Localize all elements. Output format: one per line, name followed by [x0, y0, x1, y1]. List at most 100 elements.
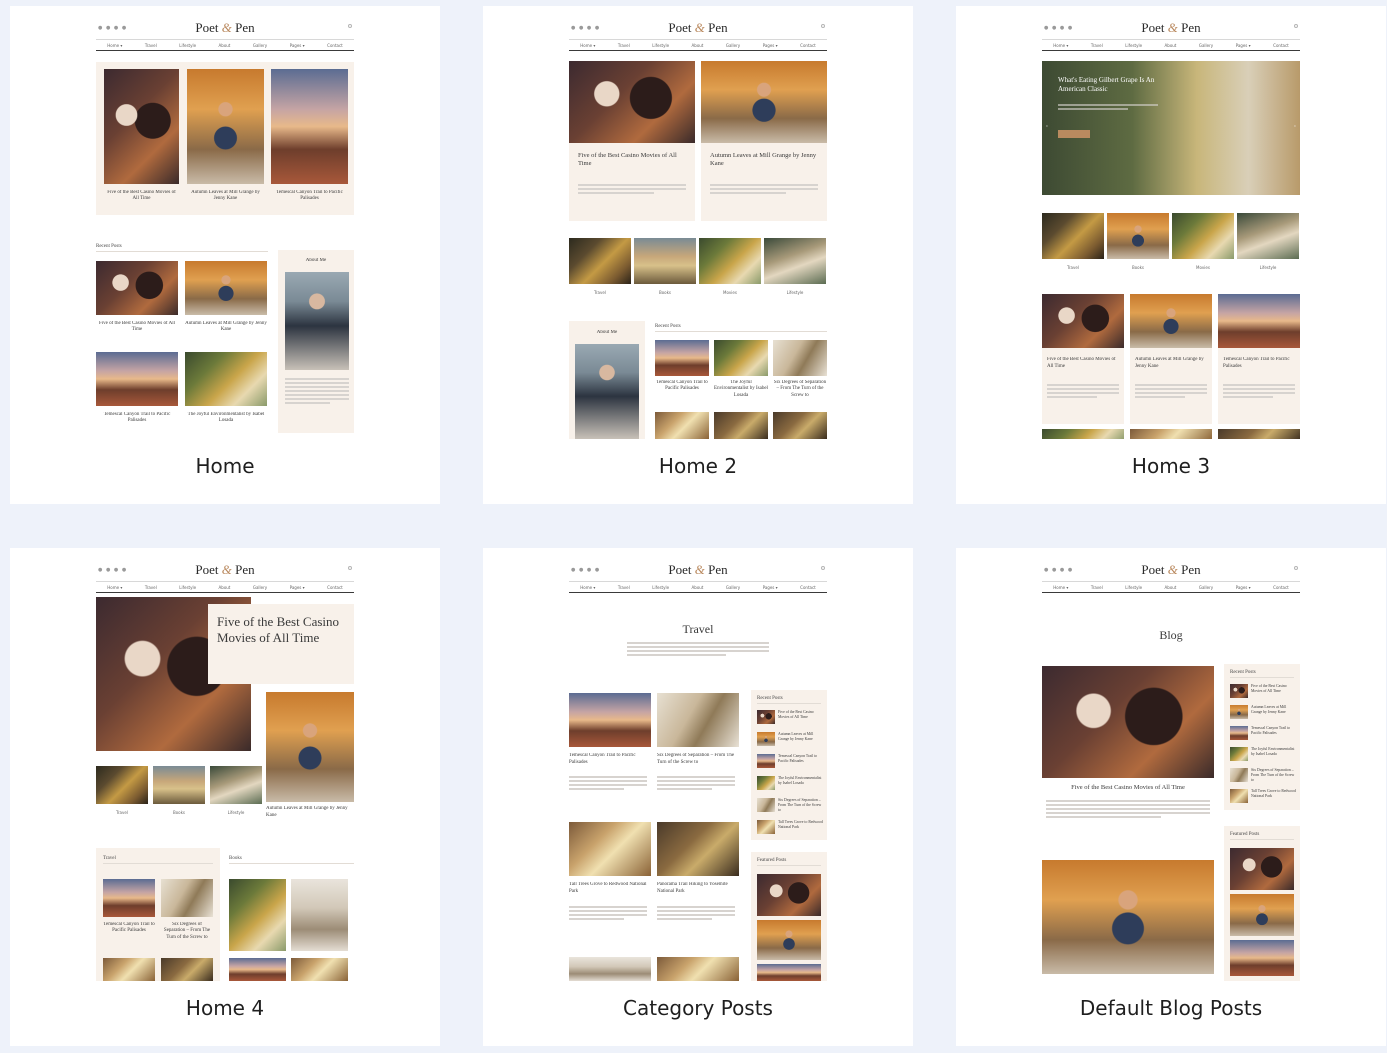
slider-next-icon[interactable]: › — [1292, 124, 1298, 130]
post-title: Autumn Leaves at Mill Grange by Jenny Ka… — [710, 152, 817, 168]
demo-preview-home[interactable]: ● ● ● ● Poet & Pen Home ▾ Travel Lifestyle… — [96, 14, 354, 439]
post-excerpt — [578, 184, 686, 204]
slider-prev-icon[interactable]: ‹ — [1044, 124, 1050, 130]
category-label[interactable]: Books — [634, 290, 696, 295]
post-image — [291, 879, 348, 951]
site-header: ● ● ● ● Poet & Pen — [96, 562, 354, 577]
demo-label[interactable]: Category Posts — [483, 996, 913, 1020]
hero-title: What's Eating Gilbert Grape Is An Americ… — [1058, 76, 1155, 94]
demo-preview-home-4[interactable]: ● ● ● ● Poet & Pen Home ▾ Travel Lifestyle… — [96, 556, 354, 981]
post-image — [773, 412, 827, 439]
demo-card-default-blog-posts[interactable]: ● ● ● ● Poet & Pen Home ▾ Travel Lifestyle… — [956, 548, 1386, 1046]
recent-post-link[interactable]: Six Degrees of Separation – From The Tur… — [1251, 768, 1297, 783]
search-icon — [348, 24, 352, 28]
category-description — [627, 642, 769, 666]
category-label[interactable]: Travel — [1042, 265, 1104, 270]
post-caption: Temescal Canyon Trail to Pacific Palisad… — [103, 412, 171, 424]
recent-post-link[interactable]: Tall Trees Grove to Redwood National Par… — [1251, 789, 1297, 799]
post-image — [1218, 429, 1300, 439]
demo-label[interactable]: Home 3 — [956, 454, 1386, 478]
site-header: ● ● ● ● Poet & Pen — [96, 20, 354, 35]
post-image — [103, 958, 155, 981]
category-label[interactable]: Travel — [96, 810, 148, 815]
post-excerpt — [569, 776, 647, 796]
recent-post-link[interactable]: Temescal Canyon Trail to Pacific Palisad… — [778, 754, 824, 764]
site-logo: Poet & Pen — [668, 562, 728, 577]
post-image — [701, 61, 827, 143]
post-caption: Five of the Best Casino Movies of All Ti… — [99, 321, 175, 333]
post-excerpt — [1223, 384, 1295, 404]
hero-title: Five of the Best Casino Movies of All Ti… — [217, 614, 340, 645]
category-image — [1042, 213, 1104, 259]
thumb — [1230, 726, 1248, 740]
category-label[interactable]: Lifestyle — [764, 290, 826, 295]
demo-label[interactable]: Home 4 — [10, 996, 440, 1020]
category-image — [1107, 213, 1169, 259]
recent-post-link[interactable]: The Joyful Environmentalist by Isabel Lo… — [778, 776, 824, 786]
category-label[interactable]: Books — [1107, 265, 1169, 270]
demo-card-home[interactable]: ● ● ● ● Poet & Pen Home ▾ Travel Lifestyle… — [10, 6, 440, 504]
post-image — [655, 340, 709, 376]
post-excerpt — [657, 906, 735, 926]
widget-title: Recent Posts — [1230, 670, 1294, 678]
recent-post-link[interactable]: The Joyful Environmentalist by Isabel Lo… — [1251, 747, 1297, 757]
post-image — [104, 69, 179, 184]
author-photo — [575, 344, 639, 439]
nav-bar: Home ▾ Travel Lifestyle About Gallery Pages ▾… — [96, 39, 354, 51]
recent-post-link[interactable]: Temescal Canyon Trail to Pacific Palisad… — [1251, 726, 1297, 736]
demo-card-home-3[interactable]: ● ● ● ● Poet & Pen Home ▾ Travel Lifestyle… — [956, 6, 1386, 504]
post-title: Autumn Leaves at Mill Grange by Jenny Ka… — [266, 806, 348, 818]
demo-card-home-4[interactable]: ● ● ● ● Poet & Pen Home ▾ Travel Lifestyle… — [10, 548, 440, 1046]
demo-label[interactable]: Home — [10, 454, 440, 478]
demo-preview-home-3[interactable]: ● ● ● ● Poet & Pen Home ▾ Travel Lifestyle… — [1042, 14, 1300, 439]
thumb — [757, 798, 775, 812]
site-header: ● ● ● ● Poet & Pen — [1042, 20, 1300, 35]
post-image — [266, 692, 354, 802]
category-image — [764, 238, 826, 284]
post-excerpt — [569, 906, 647, 926]
recent-post-link[interactable]: Five of the Best Casino Movies of All Ti… — [778, 710, 824, 720]
category-label[interactable]: Movies — [1172, 265, 1234, 270]
demo-label[interactable]: Home 2 — [483, 454, 913, 478]
post-title: Autumn Leaves at Mill Grange by Jenny Ka… — [1135, 357, 1204, 369]
site-logo: Poet & Pen — [195, 20, 255, 35]
post-title: Five of the Best Casino Movies of All Ti… — [1071, 784, 1185, 791]
site-logo: Poet & Pen — [195, 562, 255, 577]
category-label[interactable]: Travel — [569, 290, 631, 295]
post-excerpt — [1135, 384, 1207, 404]
demo-preview-category-posts[interactable]: ● ● ● ● Poet & Pen Home ▾ Travel Lifestyle… — [569, 556, 827, 981]
widget-title: About Me — [305, 258, 327, 263]
post-image — [161, 958, 213, 981]
page-title: Blog — [1159, 628, 1183, 642]
category-label[interactable]: Lifestyle — [210, 810, 262, 815]
post-title: Tall Trees Grove to Redwood National Par… — [569, 882, 647, 894]
post-caption: Autumn Leaves at Mill Grange by Jenny Ka… — [185, 321, 267, 333]
page-title: Travel — [682, 622, 714, 636]
demo-preview-home-2[interactable]: ● ● ● ● Poet & Pen Home ▾ Travel Lifestyle… — [569, 14, 827, 439]
featured-image — [757, 920, 821, 960]
recent-post-link[interactable]: Autumn Leaves at Mill Grange by Jenny Ka… — [778, 732, 824, 742]
recent-post-link[interactable]: Six Degrees of Separation – From The Tur… — [778, 798, 824, 813]
demo-card-home-2[interactable]: ● ● ● ● Poet & Pen Home ▾ Travel Lifestyle… — [483, 6, 913, 504]
demo-preview-default-blog-posts[interactable]: ● ● ● ● Poet & Pen Home ▾ Travel Lifestyle… — [1042, 556, 1300, 981]
demo-label[interactable]: Default Blog Posts — [956, 996, 1386, 1020]
post-image — [569, 61, 695, 143]
category-label[interactable]: Movies — [699, 290, 761, 295]
post-image — [714, 412, 768, 439]
recent-post-link[interactable]: Five of the Best Casino Movies of All Ti… — [1251, 684, 1297, 694]
post-caption: Temescal Canyon Trail to Pacific Palisad… — [656, 380, 708, 392]
thumb — [757, 776, 775, 790]
site-logo: Poet & Pen — [1141, 562, 1201, 577]
recent-post-link[interactable]: Tall Trees Grove to Redwood National Par… — [778, 820, 824, 830]
post-image — [271, 69, 348, 184]
category-image — [1237, 213, 1299, 259]
category-label[interactable]: Books — [153, 810, 205, 815]
search-icon — [1294, 24, 1298, 28]
demo-card-category-posts[interactable]: ● ● ● ● Poet & Pen Home ▾ Travel Lifestyle… — [483, 548, 913, 1046]
read-more-button[interactable] — [1058, 130, 1090, 138]
post-image — [229, 958, 286, 981]
widget-title: Featured Posts — [1230, 832, 1294, 840]
recent-post-link[interactable]: Autumn Leaves at Mill Grange by Jenny Ka… — [1251, 705, 1297, 715]
section-title: Recent Posts — [655, 324, 827, 332]
category-label[interactable]: Lifestyle — [1237, 265, 1299, 270]
